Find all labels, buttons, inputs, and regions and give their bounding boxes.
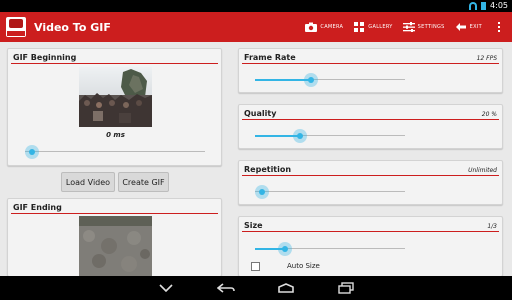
- battery-icon: [481, 1, 487, 10]
- frame-rate-title: Frame Rate: [244, 53, 296, 62]
- quality-title: Quality: [244, 109, 277, 118]
- repetition-value: Unlimited: [468, 167, 497, 174]
- action-bar: Video To GIF CAMERA GALLERY SETTINGS EXI…: [0, 12, 512, 42]
- camera-icon: [305, 22, 318, 32]
- frame-rate-value: 12 FPS: [476, 55, 497, 62]
- home-icon[interactable]: [256, 276, 316, 300]
- gif-beginning-title: GIF Beginning: [13, 53, 77, 62]
- repetition-title: Repetition: [244, 165, 292, 174]
- app-logo: [6, 17, 26, 37]
- gif-ending-panel: GIF Ending: [7, 198, 222, 277]
- gif-beginning-slider[interactable]: [25, 145, 205, 159]
- gif-ending-title: GIF Ending: [13, 203, 62, 212]
- slider-thumb[interactable]: [303, 73, 318, 87]
- camera-button[interactable]: CAMERA: [305, 22, 343, 32]
- wifi-icon: [469, 1, 478, 10]
- size-panel: Size 1/3 Auto Size: [238, 216, 503, 276]
- exit-icon: [455, 22, 467, 32]
- exit-button[interactable]: EXIT: [455, 22, 482, 32]
- quality-slider[interactable]: [255, 129, 405, 143]
- auto-size-label: Auto Size: [287, 262, 320, 270]
- size-value: 1/3: [487, 223, 497, 230]
- gif-beginning-panel: GIF Beginning 0 ms: [7, 48, 222, 166]
- exit-label: EXIT: [469, 24, 482, 30]
- collapse-icon[interactable]: [136, 276, 196, 300]
- sliders-icon: [402, 22, 415, 32]
- gif-beginning-time: 0 ms: [106, 131, 125, 139]
- gallery-icon: [353, 22, 365, 32]
- slider-thumb[interactable]: [25, 145, 39, 159]
- create-gif-button[interactable]: Create GIF: [118, 172, 169, 192]
- frame-rate-slider[interactable]: [255, 73, 405, 87]
- slider-thumb[interactable]: [278, 242, 292, 256]
- gif-ending-frame: [79, 216, 152, 277]
- slider-thumb[interactable]: [293, 129, 307, 143]
- gif-beginning-frame: [79, 67, 152, 127]
- quality-value: 20 %: [481, 111, 497, 118]
- size-title: Size: [244, 221, 263, 230]
- repetition-panel: Repetition Unlimited: [238, 160, 503, 205]
- overflow-icon[interactable]: [492, 12, 506, 42]
- frame-rate-panel: Frame Rate 12 FPS: [238, 48, 503, 93]
- app-title: Video To GIF: [34, 20, 111, 34]
- repetition-slider[interactable]: [255, 185, 405, 199]
- size-slider[interactable]: [255, 242, 405, 256]
- gallery-button[interactable]: GALLERY: [353, 22, 392, 32]
- settings-label: SETTINGS: [417, 24, 445, 30]
- recents-icon[interactable]: [316, 276, 376, 300]
- slider-thumb[interactable]: [255, 185, 269, 199]
- navigation-bar: [0, 276, 512, 300]
- back-icon[interactable]: [196, 276, 256, 300]
- gallery-label: GALLERY: [368, 24, 393, 30]
- camera-label: CAMERA: [320, 24, 344, 30]
- settings-button[interactable]: SETTINGS: [402, 22, 445, 32]
- load-video-button[interactable]: Load Video: [61, 172, 115, 192]
- clock: 4:05: [490, 1, 508, 10]
- status-bar: 4:05: [0, 0, 512, 12]
- quality-panel: Quality 20 %: [238, 104, 503, 149]
- auto-size-checkbox[interactable]: [251, 262, 260, 271]
